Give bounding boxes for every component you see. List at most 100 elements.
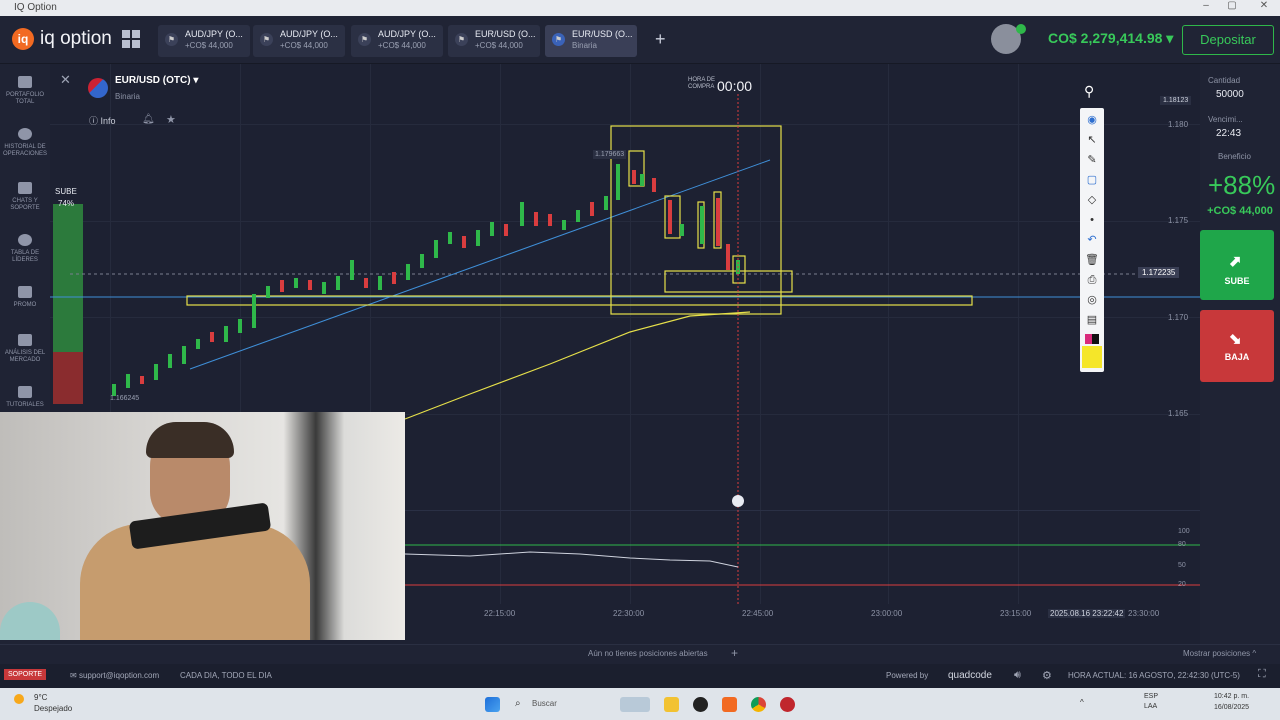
status-bar: SOPORTE ✉ support@iqoption.com CADA DIA,… [0, 664, 1280, 688]
asset-tab-2[interactable]: ⚑ AUD/JPY (O... +CO$ 44,000 [253, 25, 345, 57]
maximize-button[interactable]: ▢ [1224, 0, 1240, 11]
logo[interactable]: iq iq option [12, 28, 112, 50]
flag-icon: ⚑ [455, 33, 468, 46]
quadcode-logo: quadcode [948, 670, 992, 681]
add-tab-button[interactable]: + [655, 29, 666, 50]
eraser-icon[interactable]: ◇ [1085, 194, 1099, 206]
yellow-swatch[interactable] [1082, 346, 1102, 368]
lang-1: ESP [1144, 693, 1159, 700]
location-pin-icon[interactable]: ⚲ [1084, 83, 1094, 100]
app-icon[interactable] [693, 697, 708, 712]
nav-history[interactable]: HISTORIAL DE OPERACIONES [0, 128, 50, 158]
x-tick: 23:30:00 [1128, 609, 1160, 618]
os-taskbar: 9°C Despejado ⌕ Buscar ^ ESP LAA 10:42 p… [0, 688, 1280, 720]
clipboard-icon[interactable]: ▤ [1085, 314, 1099, 326]
dot-icon[interactable]: • [1085, 214, 1099, 226]
chrome-icon[interactable] [751, 697, 766, 712]
asset-tab-3[interactable]: ⚑ AUD/JPY (O... +CO$ 44,000 [351, 25, 443, 57]
price-label-high: 1.179663 [593, 150, 627, 159]
camera-icon[interactable]: ◎ [1085, 294, 1099, 306]
support-hours: CADA DIA, TODO EL DIA [180, 671, 272, 680]
asset-tab-title: AUD/JPY (O... [378, 29, 436, 39]
flag-icon: ⚑ [358, 33, 371, 46]
windows-start-icon[interactable] [485, 697, 500, 712]
file-explorer-icon[interactable] [664, 697, 679, 712]
current-price-tag: 1.172235 [1138, 267, 1180, 278]
support-button[interactable]: SOPORTE [4, 669, 47, 680]
print-icon[interactable]: ⎙ [1085, 274, 1099, 286]
pencil-icon[interactable]: ✎ [1085, 154, 1099, 166]
history-icon [18, 128, 32, 140]
support-email[interactable]: ✉ support@iqoption.com [70, 671, 159, 680]
all-assets-grid-icon[interactable] [122, 30, 140, 48]
asset-tab-sub: +CO$ 44,000 [280, 41, 328, 50]
powered-by: Powered by [886, 671, 929, 680]
nav-portfolio[interactable]: PORTAFOLIO TOTAL [0, 76, 50, 106]
asset-tab-1[interactable]: ⚑ AUD/JPY (O... +CO$ 44,000 [158, 25, 250, 57]
put-button[interactable]: ⬊ BAJA [1200, 310, 1274, 382]
y-tick: 1.170 [1168, 313, 1189, 322]
record-app-icon[interactable] [780, 697, 795, 712]
iqoption-taskbar-icon[interactable] [722, 697, 737, 712]
rectangle-tool-icon[interactable]: ▢ [1085, 174, 1099, 186]
y-tick: 1.180 [1168, 120, 1189, 129]
cursor-icon[interactable]: ↖ [1085, 134, 1099, 146]
minimize-button[interactable]: – [1198, 0, 1214, 11]
person-hair [146, 422, 234, 458]
person-shirt [80, 524, 310, 640]
no-positions-text: Aún no tienes posiciones abiertas [588, 649, 708, 658]
nav-tutorials[interactable]: TUTORIALES [0, 386, 50, 409]
trend-up-icon: ⬈ [1229, 253, 1242, 270]
weather-icon [14, 694, 24, 704]
nav-label: HISTORIAL DE OPERACIONES [2, 144, 47, 157]
positions-bar: Aún no tienes posiciones abiertas + Most… [0, 644, 1280, 664]
asset-tab-4[interactable]: ⚑ EUR/USD (O... +CO$ 44,000 [448, 25, 540, 57]
range-box-rect [610, 125, 782, 315]
profit-label: Beneficio [1218, 152, 1251, 161]
nav-chats[interactable]: CHATS Y SOPORTE [0, 182, 50, 212]
analysis-icon [18, 334, 32, 346]
osc-tick: 20 [1178, 581, 1186, 588]
taskbar-search[interactable]: Buscar [532, 699, 557, 708]
tray-chevron-icon[interactable]: ^ [1080, 698, 1084, 707]
nav-analysis[interactable]: ANÁLISIS DEL MERCADO [0, 334, 50, 364]
tutorial-icon [18, 386, 32, 398]
eye-icon[interactable]: ◉ [1085, 114, 1099, 126]
show-positions-button[interactable]: Mostrar posiciones ^ [1183, 649, 1256, 658]
profit-value: +CO$ 44,000 [1207, 205, 1273, 217]
amount-label: Cantidad [1208, 76, 1241, 85]
asset-tab-sub: +CO$ 44,000 [185, 41, 233, 50]
add-position-button[interactable]: + [731, 646, 738, 660]
deposit-button[interactable]: Depositar [1182, 25, 1274, 55]
settings-icon[interactable]: ⚙ [1042, 669, 1052, 682]
undo-icon[interactable]: ↶ [1085, 234, 1099, 246]
asset-tab-title: AUD/JPY (O... [280, 29, 338, 39]
asset-tab-5-active[interactable]: ⚑ EUR/USD (O... Binaria [545, 25, 637, 57]
osc-tick: 100 [1178, 528, 1190, 535]
close-window-button[interactable]: ✕ [1256, 0, 1272, 11]
put-label: BAJA [1224, 352, 1250, 362]
nav-promo[interactable]: PROMO [0, 286, 50, 309]
volume-icon[interactable]: 🔊︎ [1014, 669, 1021, 682]
balance-dropdown[interactable]: CO$ 2,279,414.98 ▾ [1048, 30, 1173, 47]
trade-panel: Cantidad 50000 Vencimi... 22:43 Benefici… [1200, 64, 1280, 644]
fullscreen-icon[interactable]: ⛶ [1258, 668, 1266, 681]
support-email-text: support@iqoption.com [78, 671, 160, 680]
call-button[interactable]: ⬈ SUBE [1200, 230, 1274, 300]
widgets-icon[interactable] [620, 697, 650, 712]
trend-down-icon: ⬊ [1229, 331, 1242, 348]
leaders-icon [18, 234, 32, 246]
weather-text: Despejado [34, 704, 73, 713]
x-tick: 22:45:00 [742, 609, 774, 618]
search-icon: ⌕ [515, 698, 521, 709]
amount-input[interactable]: 50000 [1216, 89, 1244, 100]
trend-line [189, 159, 771, 370]
expiry-input[interactable]: 22:43 [1216, 128, 1241, 139]
delete-icon[interactable]: 🗑︎ [1085, 254, 1099, 266]
flag-icon: ⚑ [552, 33, 565, 46]
color-swatch[interactable] [1085, 334, 1099, 344]
call-label: SUBE [1224, 276, 1250, 286]
promo-icon [18, 286, 32, 298]
nav-leaders[interactable]: TABLA DE LÍDERES [0, 234, 50, 264]
weather-temp: 9°C [34, 693, 48, 702]
